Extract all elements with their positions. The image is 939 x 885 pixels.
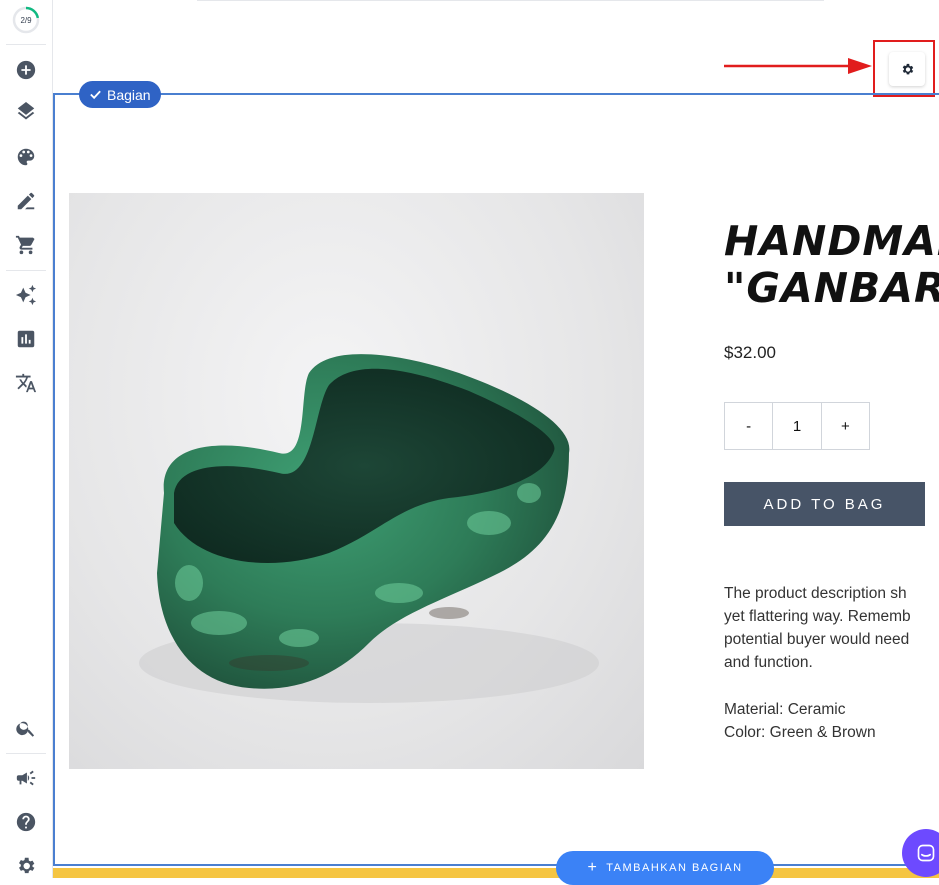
description-line: potential buyer would need — [724, 631, 910, 648]
help-icon — [16, 812, 36, 832]
sidebar-item-theme[interactable] — [6, 140, 46, 174]
product-material: Material: Ceramic — [724, 701, 846, 718]
description-line: The product description sh — [724, 585, 907, 602]
ceramic-bowl-image — [139, 354, 599, 703]
product-image[interactable] — [69, 193, 644, 769]
edit-icon — [17, 192, 35, 210]
description-line: yet flattering way. Rememb — [724, 608, 911, 625]
sidebar-item-layers[interactable] — [6, 96, 46, 130]
product-price: $32.00 — [724, 343, 776, 362]
annotation-arrow-icon — [724, 58, 872, 74]
sidebar-item-ai[interactable] — [6, 278, 46, 312]
search-icon — [16, 721, 35, 737]
sidebar-item-add[interactable] — [6, 53, 46, 87]
check-icon — [90, 90, 101, 100]
next-section-edge — [53, 868, 939, 878]
annotation-highlight-box — [873, 40, 935, 97]
sidebar-item-search[interactable] — [6, 711, 46, 745]
quantity-stepper: - 1 + — [724, 402, 870, 450]
progress-text: 2/9 — [20, 15, 32, 25]
sidebar-item-announcements[interactable] — [6, 761, 46, 795]
gear-icon — [19, 857, 35, 874]
section-badge[interactable]: Bagian — [79, 81, 161, 108]
layers-icon — [17, 102, 35, 120]
megaphone-icon — [16, 770, 36, 786]
sparkle-icon — [15, 284, 37, 306]
palette-icon — [17, 148, 35, 166]
editor-sidebar: 2/9 — [0, 0, 53, 878]
product-description: The product description sh yet flatterin… — [724, 582, 939, 682]
add-section-button[interactable]: + TAMBAHKAN BAGIAN — [556, 851, 774, 885]
product-color: Color: Green & Brown — [724, 724, 876, 741]
section-badge-label: Bagian — [107, 86, 151, 103]
add-section-label: TAMBAHKAN BAGIAN — [606, 862, 743, 874]
chart-icon — [17, 330, 35, 348]
sidebar-item-help[interactable] — [6, 805, 46, 839]
sidebar-item-store[interactable] — [6, 228, 46, 262]
description-line: and function. — [724, 654, 813, 671]
sidebar-divider — [6, 753, 46, 754]
sidebar-item-translate[interactable] — [6, 366, 46, 400]
quantity-increase-button[interactable]: + — [822, 403, 869, 449]
sidebar-item-edit[interactable] — [6, 184, 46, 218]
sidebar-item-analytics[interactable] — [6, 322, 46, 356]
top-divider — [197, 0, 824, 1]
cart-icon — [15, 235, 35, 255]
setup-progress-indicator[interactable]: 2/9 — [11, 5, 41, 35]
add-to-bag-button[interactable]: ADD TO BAG — [724, 482, 925, 526]
product-title: HANDMADE "GANBARU — [724, 218, 939, 312]
plus-icon: + — [587, 859, 599, 876]
sidebar-divider — [6, 270, 46, 271]
quantity-decrease-button[interactable]: - — [725, 403, 774, 449]
product-specs: Material: Ceramic Color: Green & Brown — [724, 698, 939, 744]
add-icon — [16, 60, 36, 80]
chat-icon — [917, 844, 935, 862]
quantity-input[interactable]: 1 — [773, 403, 822, 449]
translate-icon — [15, 373, 37, 393]
sidebar-divider — [6, 44, 46, 45]
